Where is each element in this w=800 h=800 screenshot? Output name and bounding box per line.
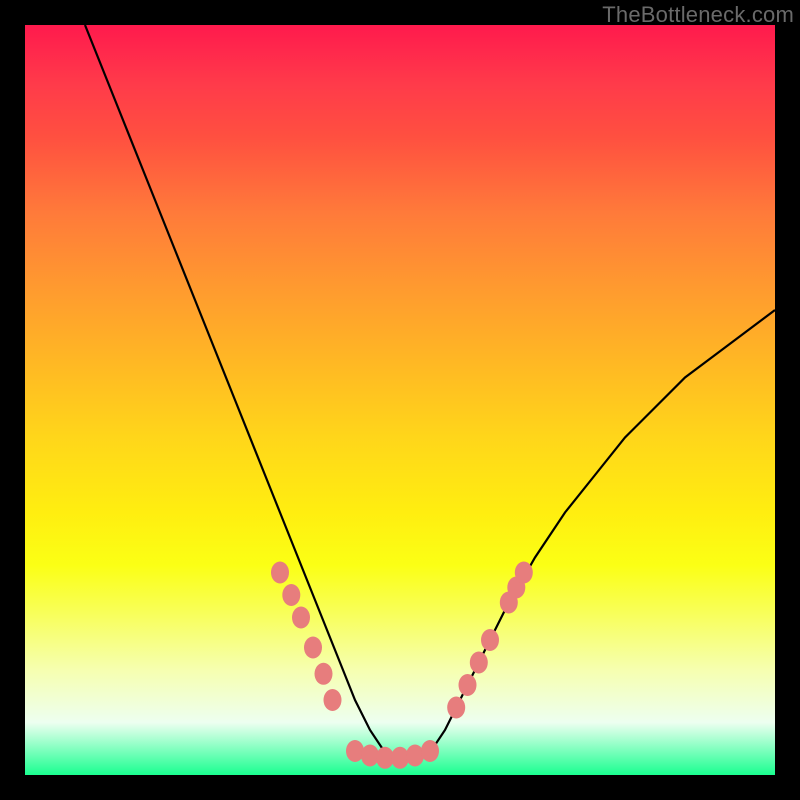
curve-marker — [271, 562, 289, 584]
curve-marker — [292, 607, 310, 629]
curve-marker — [304, 637, 322, 659]
marker-group — [271, 562, 533, 769]
curve-marker — [459, 674, 477, 696]
curve-marker — [515, 562, 533, 584]
curve-marker — [324, 689, 342, 711]
watermark-text: TheBottleneck.com — [602, 2, 794, 28]
curve-marker — [282, 584, 300, 606]
curve-marker — [481, 629, 499, 651]
curve-marker — [346, 740, 364, 762]
curve-marker — [406, 745, 424, 767]
curve-marker — [447, 697, 465, 719]
chart-frame: TheBottleneck.com — [0, 0, 800, 800]
chart-svg — [25, 25, 775, 775]
plot-area — [25, 25, 775, 775]
curve-marker — [315, 663, 333, 685]
curve-marker — [421, 740, 439, 762]
bottleneck-curve — [85, 25, 775, 760]
curve-marker — [470, 652, 488, 674]
